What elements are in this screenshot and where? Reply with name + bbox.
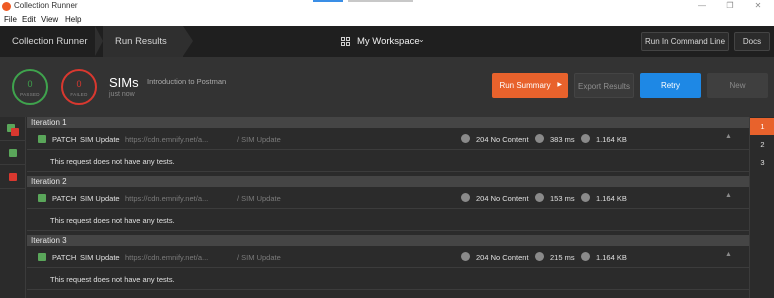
runner-header: Collection Runner Run Results My Workspa… — [0, 26, 774, 57]
no-tests-text: This request does not have any tests. — [50, 275, 175, 284]
request-row[interactable]: PATCH SIM Update https://cdn.emnify.net/… — [27, 246, 749, 268]
time-dot-icon — [535, 252, 544, 261]
passed-counter: 0 PASSED — [12, 69, 48, 105]
run-summary-panel: 0 PASSED 0 FAILED SIMs Introduction to P… — [0, 57, 774, 117]
time-dot-icon — [535, 193, 544, 202]
pass-square-icon — [9, 149, 17, 157]
status-dot-icon — [461, 134, 470, 143]
status-dot-icon — [461, 252, 470, 261]
request-row[interactable]: PATCH SIM Update https://cdn.emnify.net/… — [27, 128, 749, 150]
titlebar-highlight — [313, 0, 343, 2]
sidebar-item-failed[interactable] — [0, 165, 26, 189]
run-title: SIMs — [109, 75, 139, 90]
menu-help[interactable]: Help — [65, 15, 81, 24]
request-method: PATCH — [52, 253, 77, 262]
fail-square-icon — [11, 128, 19, 136]
collapse-caret-icon[interactable]: ▲ — [725, 133, 732, 140]
request-method: PATCH — [52, 135, 77, 144]
response-status: 204 No Content — [476, 253, 529, 262]
size-dot-icon — [581, 252, 590, 261]
new-button[interactable]: New — [707, 73, 768, 98]
failed-counter: 0 FAILED — [61, 69, 97, 105]
request-path: / SIM Update — [237, 253, 281, 262]
iteration-sidebar — [0, 117, 26, 298]
time-dot-icon — [535, 134, 544, 143]
iteration-header: Iteration 1 — [27, 117, 749, 128]
iteration-header: Iteration 2 — [27, 176, 749, 187]
request-url: https://cdn.emnify.net/a... — [125, 135, 209, 144]
restore-icon[interactable]: ❐ — [724, 1, 736, 10]
no-tests-message: This request does not have any tests. — [27, 150, 749, 172]
window-titlebar: Collection Runner — ❐ ✕ — [0, 0, 774, 13]
page-button-1[interactable]: 1 — [750, 118, 774, 135]
request-name: SIM Update — [80, 194, 120, 203]
breadcrumb-run-results[interactable]: Run Results — [115, 36, 167, 47]
request-path: / SIM Update — [237, 194, 281, 203]
size-dot-icon — [581, 193, 590, 202]
response-status: 204 No Content — [476, 194, 529, 203]
request-url: https://cdn.emnify.net/a... — [125, 194, 209, 203]
request-name: SIM Update — [80, 253, 120, 262]
response-status: 204 No Content — [476, 135, 529, 144]
status-dot-icon — [461, 193, 470, 202]
sidebar-item-passed[interactable] — [0, 141, 26, 165]
workspace-selector[interactable]: My Workspace — [357, 36, 420, 47]
run-timestamp: just now — [109, 91, 135, 98]
status-pass-icon — [38, 253, 46, 261]
iteration-header: Iteration 3 — [27, 235, 749, 246]
status-pass-icon — [38, 194, 46, 202]
export-results-button[interactable]: Export Results — [574, 73, 634, 98]
titlebar-highlight-secondary — [348, 0, 413, 2]
response-size: 1.164 KB — [596, 253, 627, 262]
request-method: PATCH — [52, 194, 77, 203]
breadcrumb-collection-runner[interactable]: Collection Runner — [12, 36, 88, 47]
close-icon[interactable]: ✕ — [752, 1, 764, 10]
failed-count: 0 — [76, 79, 82, 89]
menu-bar: File Edit View Help — [0, 13, 774, 26]
docs-button[interactable]: Docs — [734, 32, 770, 51]
breadcrumb-arrow — [183, 26, 193, 56]
no-tests-message: This request does not have any tests. — [27, 268, 749, 290]
menu-file[interactable]: File — [4, 15, 17, 24]
status-pass-icon — [38, 135, 46, 143]
response-size: 1.164 KB — [596, 135, 627, 144]
retry-button[interactable]: Retry — [640, 73, 701, 98]
collapse-caret-icon[interactable]: ▲ — [725, 251, 732, 258]
no-tests-message: This request does not have any tests. — [27, 209, 749, 231]
page-button-3[interactable]: 3 — [750, 154, 774, 171]
workspace-grid-icon — [341, 37, 350, 46]
chevron-down-icon[interactable]: ⌄ — [418, 35, 425, 44]
request-path: / SIM Update — [237, 135, 281, 144]
fail-square-icon — [9, 173, 17, 181]
response-time: 153 ms — [550, 194, 575, 203]
window-title: Collection Runner — [14, 1, 78, 10]
run-summary-label: Run Summary — [499, 81, 551, 90]
collection-name: Introduction to Postman — [147, 77, 227, 86]
caret-right-icon: ▶ — [557, 82, 562, 88]
page-button-2[interactable]: 2 — [750, 136, 774, 153]
passed-count: 0 — [27, 79, 33, 89]
response-size: 1.164 KB — [596, 194, 627, 203]
menu-view[interactable]: View — [41, 15, 58, 24]
request-row[interactable]: PATCH SIM Update https://cdn.emnify.net/… — [27, 187, 749, 209]
iteration-pager: 1 2 3 — [749, 117, 774, 298]
run-in-command-line-button[interactable]: Run In Command Line — [641, 32, 729, 51]
request-name: SIM Update — [80, 135, 120, 144]
breadcrumb-separator — [95, 26, 103, 56]
passed-label: PASSED — [20, 92, 40, 97]
run-summary-button[interactable]: Run Summary ▶ — [492, 73, 568, 98]
postman-logo-icon — [2, 2, 11, 11]
menu-edit[interactable]: Edit — [22, 15, 36, 24]
minimize-icon[interactable]: — — [696, 1, 708, 10]
response-time: 383 ms — [550, 135, 575, 144]
size-dot-icon — [581, 134, 590, 143]
failed-label: FAILED — [70, 92, 88, 97]
request-url: https://cdn.emnify.net/a... — [125, 253, 209, 262]
sidebar-item-all[interactable] — [0, 117, 26, 141]
no-tests-text: This request does not have any tests. — [50, 216, 175, 225]
collapse-caret-icon[interactable]: ▲ — [725, 192, 732, 199]
response-time: 215 ms — [550, 253, 575, 262]
no-tests-text: This request does not have any tests. — [50, 157, 175, 166]
